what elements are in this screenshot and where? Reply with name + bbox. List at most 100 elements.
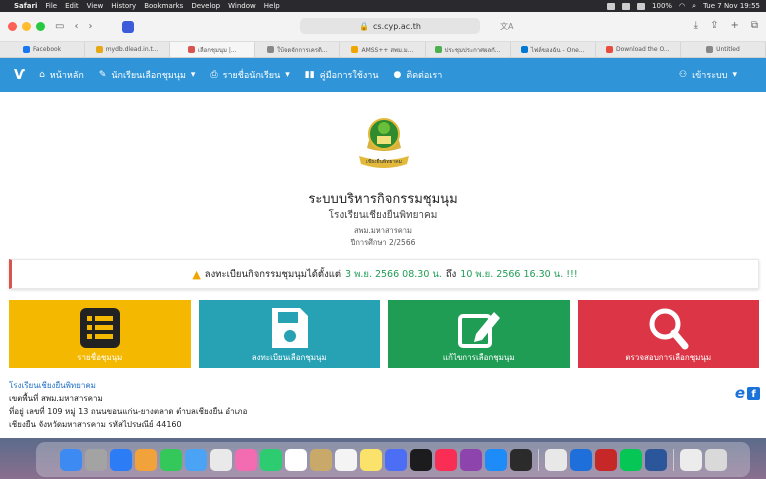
keynote-icon[interactable] [384,448,407,471]
nav-home[interactable]: ⌂ หน้าหลัก [39,68,84,82]
tab-group-icon[interactable] [122,20,135,33]
footer-info: โรงเรียนเชียงยืนพิทยาคม เขตพื้นที่ สพม.ม… [9,379,759,431]
zoom-window-button[interactable] [36,22,45,31]
minimize-window-button[interactable] [22,22,31,31]
status-icon[interactable] [607,2,616,10]
vscode-icon[interactable] [569,448,592,471]
nav-manual[interactable]: ▮▮ คู่มือการใช้งาน [305,68,379,82]
download-icon[interactable]: ⤓ [694,20,698,31]
address-bar[interactable]: 🔒 cs.cyp.ac.th [300,18,480,34]
filezilla-icon[interactable] [594,448,617,471]
brand-logo-icon[interactable]: Ѵ [14,68,25,83]
nav-student-list-label: รายชื่อนักเรียน [222,71,281,81]
check-club-tile[interactable]: ตรวจสอบการเลือกชุมนุม [577,300,759,368]
line-icon[interactable] [619,448,642,471]
status-icon[interactable] [622,2,631,10]
browser-tab[interactable]: Download the O... [596,42,681,57]
sidebar-icon[interactable]: ▭ [55,21,64,32]
photos-icon[interactable] [234,448,257,471]
home-icon: ⌂ [39,70,45,80]
register-club-tile[interactable]: ลงทะเบียนเลือกชุมนุม [198,300,380,368]
browser-tab[interactable]: ประชุมประกาศผลกั... [426,42,511,57]
social-links: e f [735,384,760,402]
tab-bar: Facebook mydb.dlead.in.t... เลือกชุมนุม … [0,42,766,58]
edit-club-tile[interactable]: แก้ไขการเลือกชุมนุม [388,300,570,368]
facetime-icon[interactable] [259,448,282,471]
browser-tab[interactable]: ใบ้จดจักการเครดิ... [255,42,341,57]
url-text[interactable]: cs.cyp.ac.th [373,22,421,31]
menu-file[interactable]: File [45,2,57,10]
browser-e-icon[interactable]: e [735,384,745,402]
forward-icon[interactable]: › [88,21,92,32]
translate-icon[interactable]: 文A [500,21,513,32]
browser-tab[interactable]: Untitled [681,42,766,57]
word-icon[interactable] [644,448,667,471]
reminders-icon[interactable] [334,448,357,471]
terminal-icon[interactable] [509,448,532,471]
list-icon [79,308,120,348]
music-icon[interactable] [434,448,457,471]
menu-edit[interactable]: Edit [65,2,79,10]
finder-icon[interactable] [59,448,82,471]
browser-tab-active[interactable]: เลือกชุมนุม |... [170,42,256,57]
footer-school-name: โรงเรียนเชียงยืนพิทยาคม [9,381,96,390]
tab-title: AMSS++ สพม.ม... [361,46,414,54]
app-menu[interactable]: Safari [14,2,37,10]
menu-bookmarks[interactable]: Bookmarks [144,2,183,10]
action-tiles: รายชื่อชุมนุม ลงทะเบียนเลือกชุมนุม แก้ไข… [9,300,759,368]
lock-icon: 🔒 [359,21,370,31]
hero-section: เชียงยืนพิทยาคม ระบบบริหารกิจกรรมชุมนุม … [0,92,766,250]
documents-icon[interactable] [679,448,702,471]
safari-icon[interactable] [109,448,132,471]
facebook-icon[interactable]: f [747,386,760,400]
podcasts-icon[interactable] [459,448,482,471]
club-list-tile[interactable]: รายชื่อชุมนุม [9,300,191,368]
tabs-overview-icon[interactable]: ⧉ [751,20,758,31]
trash-icon[interactable] [704,448,727,471]
tv-icon[interactable] [409,448,432,471]
search-icon[interactable]: ⌕ [692,2,696,11]
menu-history[interactable]: History [111,2,136,10]
messages-icon[interactable] [159,448,182,471]
new-tab-icon[interactable]: + [730,20,738,31]
academic-term: ปีการศึกษา 2/2566 [350,238,416,247]
browser-tab[interactable]: Facebook [0,42,86,57]
status-icon[interactable] [637,2,646,10]
firefox-icon[interactable] [134,448,157,471]
share-icon[interactable]: ⇪ [710,20,718,31]
menu-help[interactable]: Help [264,2,280,10]
back-icon[interactable]: ‹ [74,21,78,32]
nav-contact[interactable]: ● ติดต่อเรา [394,68,443,82]
browser-tab[interactable]: ไฟล์ของฉัน - One... [511,42,596,57]
favicon [187,46,195,53]
registration-alert: ▲ ลงทะเบียนกิจกรรมชุมนุมได้ตั้งแต่ 3 พ.ย… [9,259,759,289]
browser-tab[interactable]: AMSS++ สพม.ม... [340,42,426,57]
dock-separator [537,448,539,471]
nav-home-label: หน้าหลัก [49,71,84,81]
maps-icon[interactable] [209,448,232,471]
mail-icon[interactable] [184,448,207,471]
wifi-icon[interactable]: ◠ [679,2,685,10]
education-area: สพม.มหาสารคาม [354,226,412,235]
nav-student-list[interactable]: ⎙ รายชื่อนักเรียน ▾ [210,68,289,82]
clock[interactable]: Tue 7 Nov 19:55 [703,2,760,10]
tab-title: ประชุมประกาศผลกั... [444,46,501,54]
nav-login[interactable]: ⚇ เข้าระบบ ▾ [679,68,737,82]
notes-icon[interactable] [359,448,382,471]
tab-title: Facebook [32,46,62,53]
textedit-icon[interactable] [544,448,567,471]
nav-students-clubs[interactable]: ✎ นักเรียนเลือกชุมนุม ▾ [99,68,196,82]
contacts-icon[interactable] [309,448,332,471]
page-title: ระบบบริหารกิจกรรมชุมนุม [308,192,458,207]
footer-area: เขตพื้นที่ สพม.มหาสารคาม [9,394,103,403]
menu-view[interactable]: View [87,2,104,10]
browser-tab[interactable]: mydb.dlead.in.t... [85,42,171,57]
close-window-button[interactable] [8,22,17,31]
menu-develop[interactable]: Develop [191,2,220,10]
calendar-icon[interactable] [284,448,307,471]
app-store-icon[interactable] [484,448,507,471]
search-icon [649,308,689,350]
footer-address-line2: เชียงยืน จังหวัดมหาสารคาม รหัสไปรษณีย์ 4… [9,420,182,429]
launchpad-icon[interactable] [84,448,107,471]
menu-window[interactable]: Window [228,2,256,10]
